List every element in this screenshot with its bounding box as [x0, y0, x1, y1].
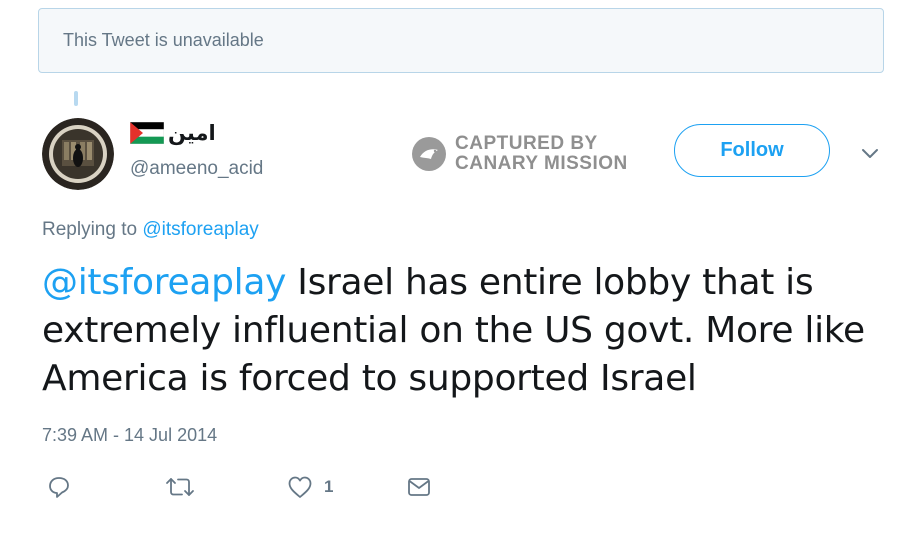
avatar[interactable] — [42, 118, 114, 190]
author-display-name[interactable]: امين — [168, 121, 216, 145]
avatar-image — [42, 118, 114, 190]
retweet-button[interactable] — [164, 474, 196, 500]
chevron-down-icon[interactable] — [860, 145, 880, 161]
like-count: 1 — [324, 477, 334, 496]
watermark-line-1: CAPTURED BY — [455, 133, 598, 154]
replying-handle-link[interactable]: @itsforeaplay — [142, 219, 258, 240]
palestine-flag-icon — [130, 122, 164, 144]
watermark-line-2: CANARY MISSION — [455, 153, 628, 174]
author-handle[interactable]: @ameeno_acid — [130, 158, 263, 180]
canary-bird-icon — [412, 137, 446, 171]
replying-prefix: Replying to — [42, 219, 138, 240]
retweet-icon — [166, 478, 194, 496]
watermark-text: CAPTURED BY CANARY MISSION — [455, 134, 628, 174]
thread-connector-line — [74, 91, 78, 106]
direct-message-button[interactable] — [406, 474, 432, 500]
author-name-row[interactable]: امين — [130, 121, 216, 145]
tweet-timestamp[interactable]: 7:39 AM - 14 Jul 2014 — [42, 425, 217, 446]
follow-button[interactable]: Follow — [674, 124, 830, 177]
unavailable-tweet-notice: This Tweet is unavailable — [38, 8, 884, 73]
tweet-text: @itsforeaplay Israel has entire lobby th… — [42, 259, 902, 403]
tweet-actions-bar: 1 — [44, 474, 464, 502]
reply-button[interactable] — [46, 474, 72, 500]
tweet-mention-link[interactable]: @itsforeaplay — [42, 262, 286, 303]
unavailable-text: This Tweet is unavailable — [63, 30, 264, 50]
reply-icon — [49, 477, 69, 498]
canary-mission-watermark: CAPTURED BY CANARY MISSION — [411, 134, 628, 174]
envelope-icon — [408, 478, 430, 496]
heart-icon — [288, 476, 312, 498]
like-button[interactable]: 1 — [286, 474, 333, 500]
replying-to-line: Replying to @itsforeaplay — [42, 219, 259, 241]
